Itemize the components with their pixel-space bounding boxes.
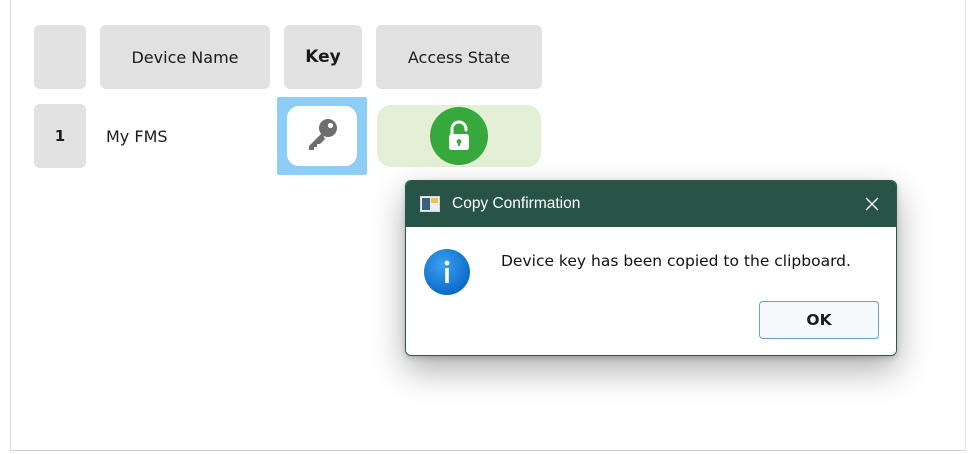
key-icon: [302, 114, 342, 158]
copy-key-button[interactable]: [277, 97, 367, 175]
dialog-body: Device key has been copied to the clipbo…: [406, 227, 896, 355]
ok-button[interactable]: OK: [759, 301, 879, 339]
key-button-face: [287, 106, 357, 166]
copy-confirmation-dialog: Copy Confirmation Device key has been co…: [405, 180, 897, 356]
unlocked-padlock-icon: [430, 107, 488, 165]
close-icon[interactable]: [862, 194, 882, 214]
row-index-cell: 1: [34, 104, 86, 168]
app-window-icon: [420, 196, 440, 212]
header-index-cell: [34, 25, 86, 89]
device-name-cell: My FMS: [106, 126, 168, 146]
dialog-titlebar: Copy Confirmation: [406, 181, 896, 227]
header-access-state: Access State: [376, 25, 542, 89]
dialog-message: Device key has been copied to the clipbo…: [501, 252, 851, 270]
dialog-title: Copy Confirmation: [452, 195, 581, 212]
access-state-toggle[interactable]: [377, 105, 541, 167]
info-icon: [424, 249, 470, 295]
header-device-name: Device Name: [100, 25, 270, 89]
header-key: Key: [284, 25, 362, 89]
